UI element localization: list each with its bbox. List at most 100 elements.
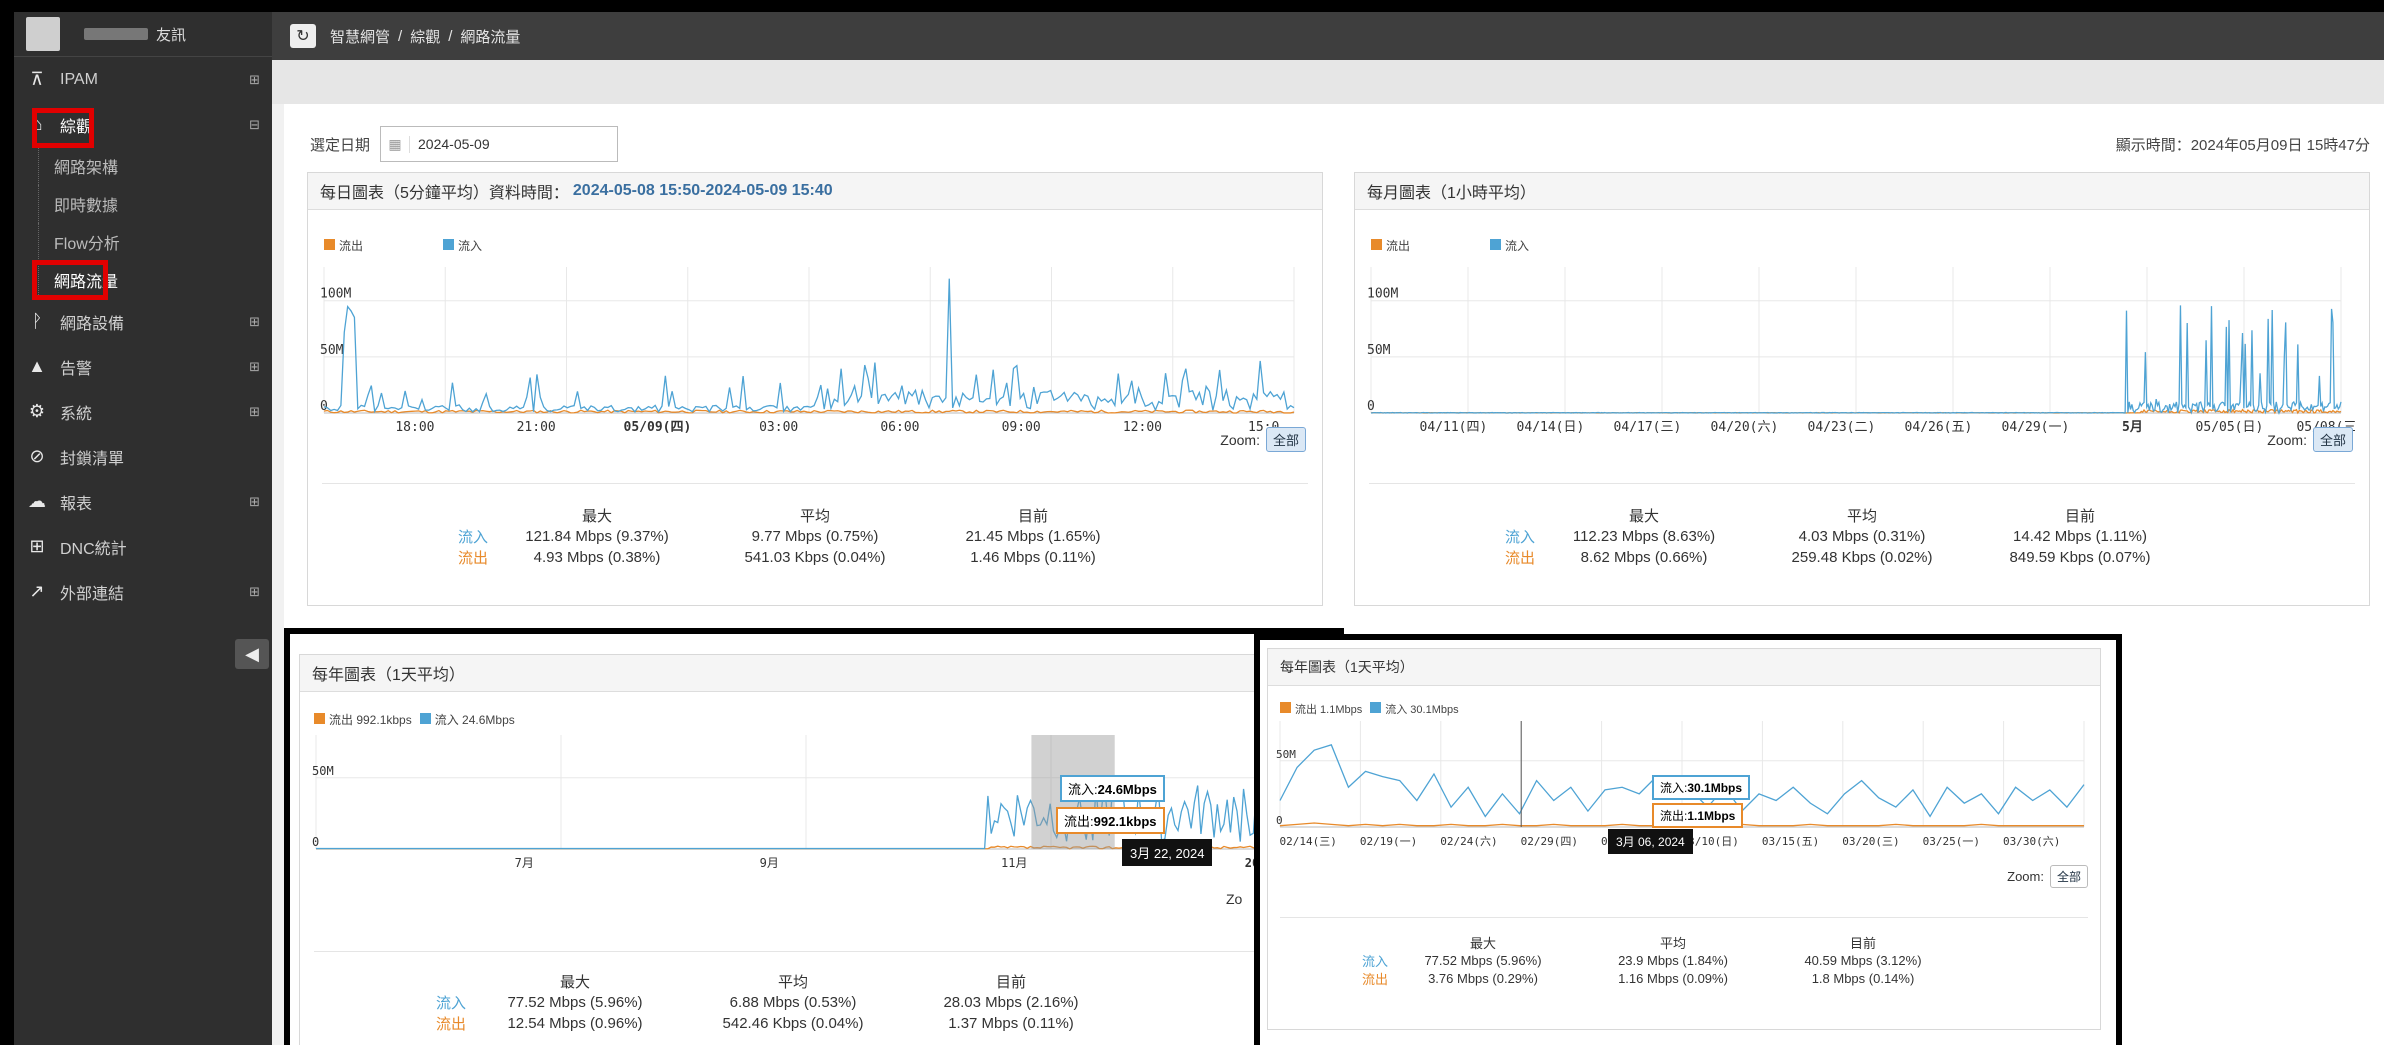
sidebar-item-system[interactable]: ⚙ 系統 ⊞ (14, 389, 272, 434)
monthly-chart-panel: 每月圖表（1小時平均） 流出 流入 100M 50M 0 04/11(四) 04/14(… (1354, 172, 2370, 606)
stats-header: 平均 (799, 508, 830, 525)
date-input[interactable]: ▦ 2024-05-09 (380, 126, 619, 162)
date-tooltip: 3月 22, 2024 (1122, 839, 1213, 866)
sidebar-subitem-flow-analysis[interactable]: Flow分析 (14, 223, 272, 261)
sidebar-subitem-network-architecture[interactable]: 網路架構 (14, 147, 272, 185)
collapse-icon[interactable]: ⊟ (249, 117, 260, 133)
stats-cell: 3.76 Mbps (0.29%) (1428, 970, 1538, 986)
sidebar: 友訊 ⊼ IPAM ⊞ ⌂ 綜觀 ⊟ 網路架構 即時數據 Flow分析 網路流量… (14, 12, 272, 1045)
breadcrumb-current: 網路流量 (460, 28, 521, 46)
legend-out[interactable]: 流出 (1371, 237, 1410, 254)
arrow-left-circle-icon: ◀ (245, 643, 259, 664)
panel-title: 每年圖表（1天平均） (1280, 659, 1414, 675)
user-profile[interactable]: 友訊 (14, 12, 272, 57)
stats-cell: 4.03 Mbps (0.31%) (1798, 528, 1926, 545)
x-tick-label: 09:00 (1002, 420, 1041, 435)
table-icon: ⊞ (29, 536, 45, 556)
expand-icon[interactable]: ⊞ (249, 584, 260, 600)
stats-cell: 9.77 Mbps (0.75%) (751, 528, 879, 545)
sidebar-collapse-button[interactable]: ◀ (235, 639, 269, 669)
sidebar-item-label: 系統 (60, 405, 93, 423)
expand-icon[interactable]: ⊞ (249, 72, 260, 88)
sidebar-item-label: 報表 (60, 495, 93, 513)
sidebar-item-dnc-stats[interactable]: ⊞ DNC統計 (14, 524, 272, 569)
zoom-control: Zoom: 全部 (1220, 427, 1306, 452)
sidebar-item-reports[interactable]: ☁ 報表 ⊞ (14, 479, 272, 524)
zoom-all-button[interactable]: 全部 (2312, 427, 2353, 452)
sidebar-item-alerts[interactable]: ▲ 告警 ⊞ (14, 344, 272, 389)
y-tick-label: 100M (1367, 287, 1398, 302)
y-tick-label: 50M (312, 764, 334, 778)
sidebar-item-ipam[interactable]: ⊼ IPAM ⊞ (14, 57, 272, 102)
sidebar-item-network-devices[interactable]: ᚹ 網路設備 ⊞ (14, 299, 272, 344)
x-tick-label: 02/19(一) (1360, 835, 1417, 848)
panel-header: 每年圖表（1天平均） (1268, 649, 2100, 686)
sidebar-item-label: 外部連結 (60, 585, 125, 603)
refresh-button[interactable]: ↻ (290, 24, 316, 48)
panel-header: 每日圖表（5分鐘平均）資料時間： 2024-05-08 15:50-2024-0… (308, 173, 1322, 210)
stats-cell: 77.52 Mbps (5.96%) (1424, 952, 1542, 968)
panel-title: 每年圖表（1天平均） (312, 667, 465, 684)
stats-cell: 28.03 Mbps (2.16%) (943, 994, 1079, 1011)
expand-icon[interactable]: ⊞ (249, 494, 260, 510)
panel-title: 每月圖表（1小時平均） (1367, 185, 1536, 202)
stats-header: 目前 (2064, 508, 2095, 525)
legend-in[interactable]: 流入 24.6Mbps (419, 711, 515, 728)
stats-cell: 23.9 Mbps (1.84%) (1618, 952, 1728, 968)
stats-label-out: 流出 (435, 1016, 466, 1033)
x-tick-label: 02/29(四) (1521, 835, 1578, 848)
x-tick-label: 05/05(日) (2196, 420, 2264, 435)
stats-header: 最大 (559, 974, 590, 991)
x-tick-label: 11月 (1001, 856, 1027, 870)
stats-table: 最大 平均 目前 流入 77.52 Mbps (5.96%) 23.9 Mbps (1.… (1328, 933, 1958, 987)
subitem-label: Flow分析 (54, 236, 120, 253)
sidebar-subitem-realtime-data[interactable]: 即時數據 (14, 185, 272, 223)
legend-out[interactable]: 流出 992.1kbps (314, 711, 412, 728)
x-tick-label: 7月 (515, 856, 534, 870)
stats-header: 目前 (1849, 935, 1876, 951)
breadcrumb-item[interactable]: 智慧網管 (330, 26, 390, 47)
sidebar-item-label: 網路設備 (60, 315, 125, 333)
sidebar-item-external-links[interactable]: ↗ 外部連結 ⊞ (14, 569, 272, 614)
top-bar: ↻ 智慧網管 / 綜觀 / 網路流量 (272, 12, 2384, 60)
y-tick-label: 0 (320, 399, 328, 414)
zoom-all-button[interactable]: 全部 (1265, 427, 1306, 452)
sidebar-item-blocklist[interactable]: ⊘ 封鎖清單 (14, 434, 272, 479)
legend-in[interactable]: 流入 (443, 237, 482, 254)
x-tick-label: 03:00 (759, 420, 798, 435)
external-link-icon: ↗ (29, 581, 45, 601)
app-window: 友訊 ⊼ IPAM ⊞ ⌂ 綜觀 ⊟ 網路架構 即時數據 Flow分析 網路流量… (14, 12, 2384, 1045)
stats-header: 平均 (1846, 508, 1877, 525)
stats-cell: 849.59 Kbps (0.07%) (2009, 549, 2151, 566)
highlight-network-traffic (32, 260, 108, 300)
stats-cell: 121.84 Mbps (9.37%) (525, 528, 669, 545)
x-tick-label: 21:00 (517, 420, 556, 435)
expand-icon[interactable]: ⊞ (249, 359, 260, 375)
stats-header: 目前 (1017, 508, 1048, 525)
breadcrumb-item[interactable]: 綜觀 (410, 26, 440, 47)
x-tick-label: 12:00 (1123, 420, 1162, 435)
avatar (26, 17, 60, 51)
zoom-all-button[interactable]: 全部 (2049, 865, 2088, 888)
legend-in[interactable]: 流入 (1490, 237, 1529, 254)
panel-header: 每年圖表（1天平均） (300, 655, 1330, 692)
ban-icon: ⊘ (29, 446, 45, 466)
stats-cell: 541.03 Kbps (0.04%) (744, 549, 886, 566)
stats-cell: 112.23 Mbps (8.63%) (1572, 528, 1716, 545)
expand-icon[interactable]: ⊞ (249, 314, 260, 330)
legend-out[interactable]: 流出 (324, 237, 363, 254)
stats-header: 目前 (995, 974, 1026, 991)
zoom-label: Zoom: (1220, 431, 1260, 448)
y-tick-label: 50M (320, 343, 344, 358)
stats-cell: 12.54 Mbps (0.96%) (507, 1015, 643, 1032)
calendar-icon[interactable]: ▦ (381, 135, 411, 153)
stats-label-out: 流出 (457, 550, 488, 567)
stats-header: 最大 (581, 508, 612, 525)
stats-header: 最大 (1469, 935, 1496, 951)
stats-cell: 542.46 Kbps (0.04%) (722, 1015, 864, 1032)
expand-icon[interactable]: ⊞ (249, 404, 260, 420)
tooltip-in: 流入:24.6Mbps (1060, 775, 1165, 802)
stats-label-in: 流入 (457, 529, 488, 546)
x-tick-label: 04/20(六) (1711, 420, 1779, 435)
x-tick-label: 04/14(日) (1517, 420, 1585, 435)
